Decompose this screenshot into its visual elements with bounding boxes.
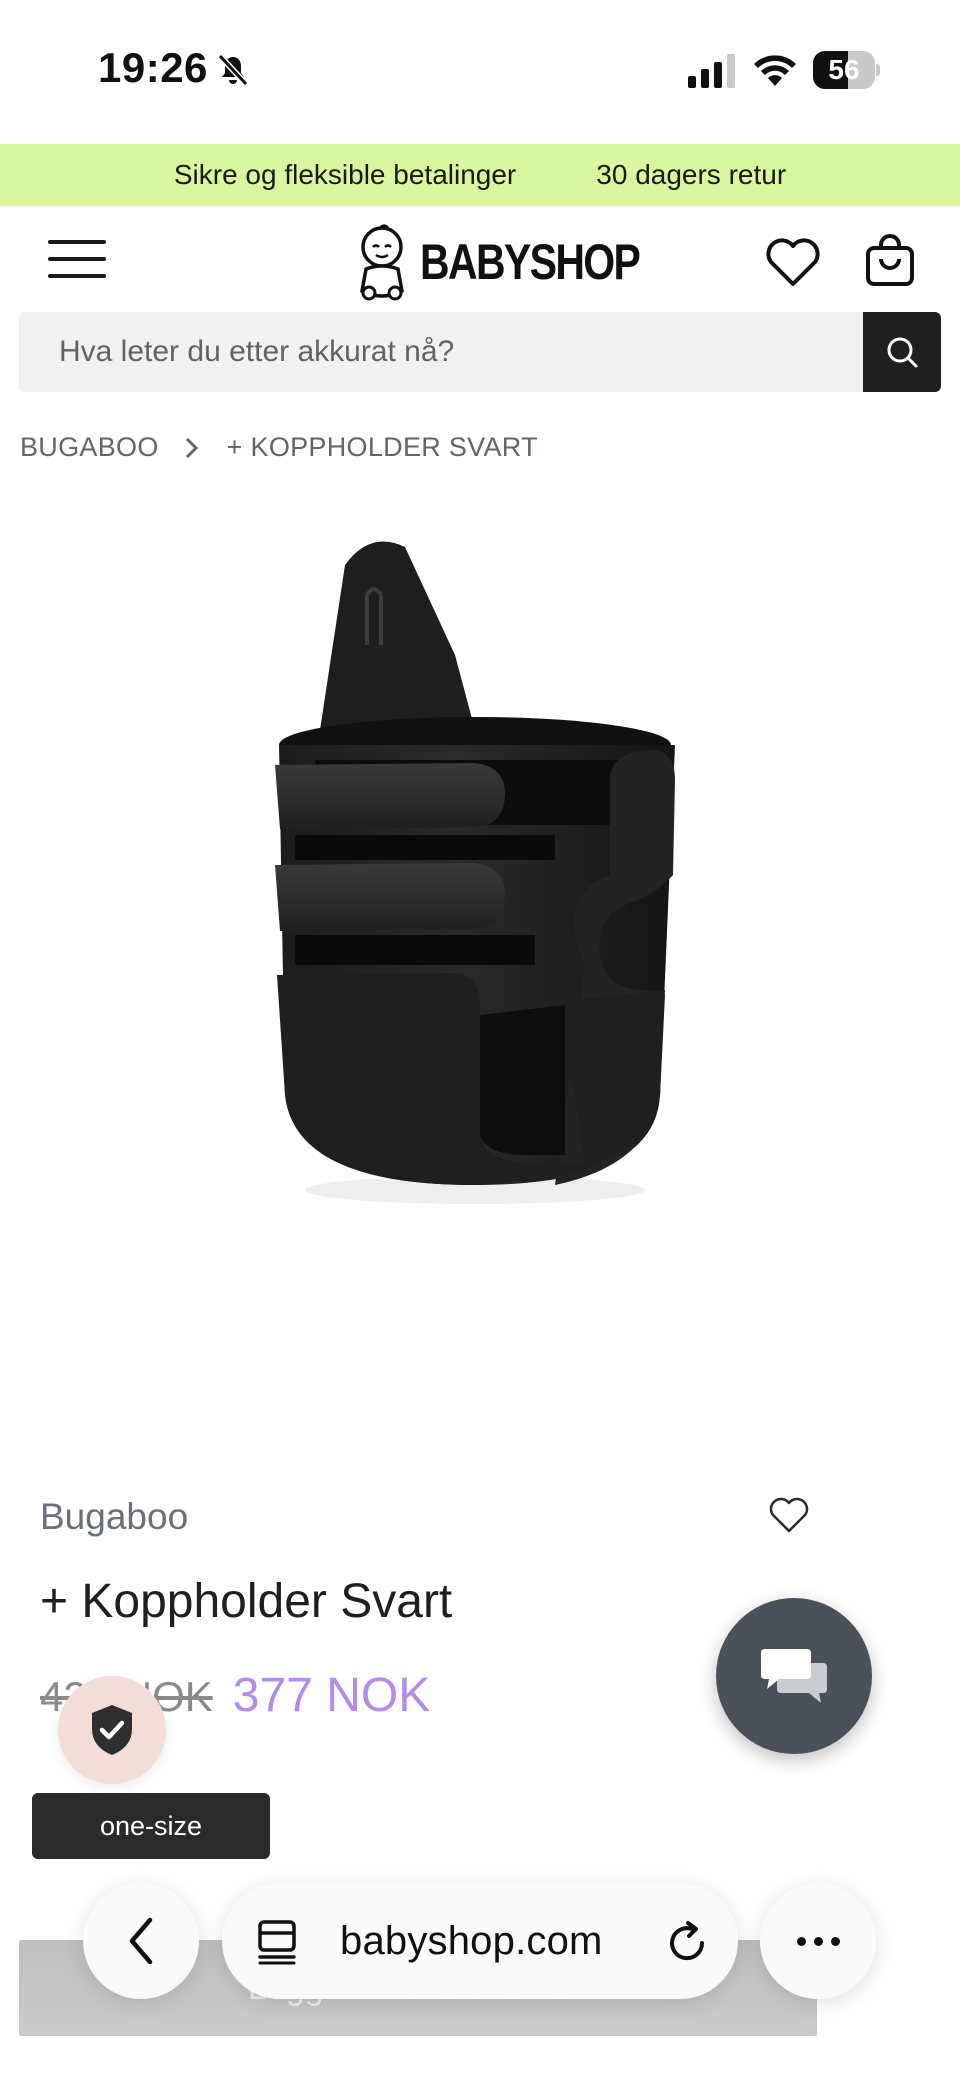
battery-percent: 56 [828,54,860,85]
trust-badge[interactable] [58,1676,166,1784]
menu-icon[interactable] [48,236,108,282]
shield-check-icon [92,1705,132,1755]
baby-logo-icon [360,224,404,301]
breadcrumb: BUGABOO + KOPPHOLDER SVART [20,432,538,463]
battery-icon: 56 [813,51,880,89]
promo-item-payments: Sikre og fleksible betalinger [173,159,517,190]
site-logo[interactable]: BABYSHOP [354,222,687,302]
shopping-bag-icon[interactable] [864,232,916,288]
size-option[interactable]: one-size [32,1793,270,1859]
search-button[interactable] [863,312,941,392]
chat-bubbles-icon [761,1649,827,1703]
chevron-left-icon [129,1917,153,1965]
chevron-right-icon [185,437,198,458]
heart-icon[interactable] [768,1496,810,1534]
site-header: BABYSHOP [0,206,960,312]
reload-icon[interactable] [664,1919,710,1965]
heart-icon[interactable] [764,236,822,288]
status-bar: 19:26 56 [0,0,960,144]
breadcrumb-brand-link[interactable]: BUGABOO [20,432,159,463]
browser-back-button[interactable] [83,1883,199,1999]
search-input[interactable] [19,312,863,392]
sale-price: 377 NOK [232,1669,431,1722]
browser-url: babyshop.com [340,1919,603,1963]
bell-muted-icon [217,53,249,87]
product-image[interactable] [255,535,695,1215]
promo-bar: Sikre og fleksible betalinger 30 dagers … [0,144,960,206]
more-icon[interactable] [760,1883,876,1999]
logo-text: BABYSHOP [420,234,641,290]
product-brand[interactable]: Bugaboo [40,1496,188,1538]
wifi-icon [754,55,796,86]
search-icon [887,337,918,368]
search-bar [19,312,941,392]
chat-button[interactable] [716,1598,872,1754]
promo-item-returns: 30 dagers retur [596,159,787,190]
tabs-icon [258,1920,296,1965]
browser-address-bar[interactable]: babyshop.com [222,1883,738,1999]
breadcrumb-current: + KOPPHOLDER SVART [226,432,538,462]
product-title: + Koppholder Svart [40,1575,453,1628]
cellular-signal-icon [688,54,735,88]
status-time: 19:26 [98,44,208,91]
